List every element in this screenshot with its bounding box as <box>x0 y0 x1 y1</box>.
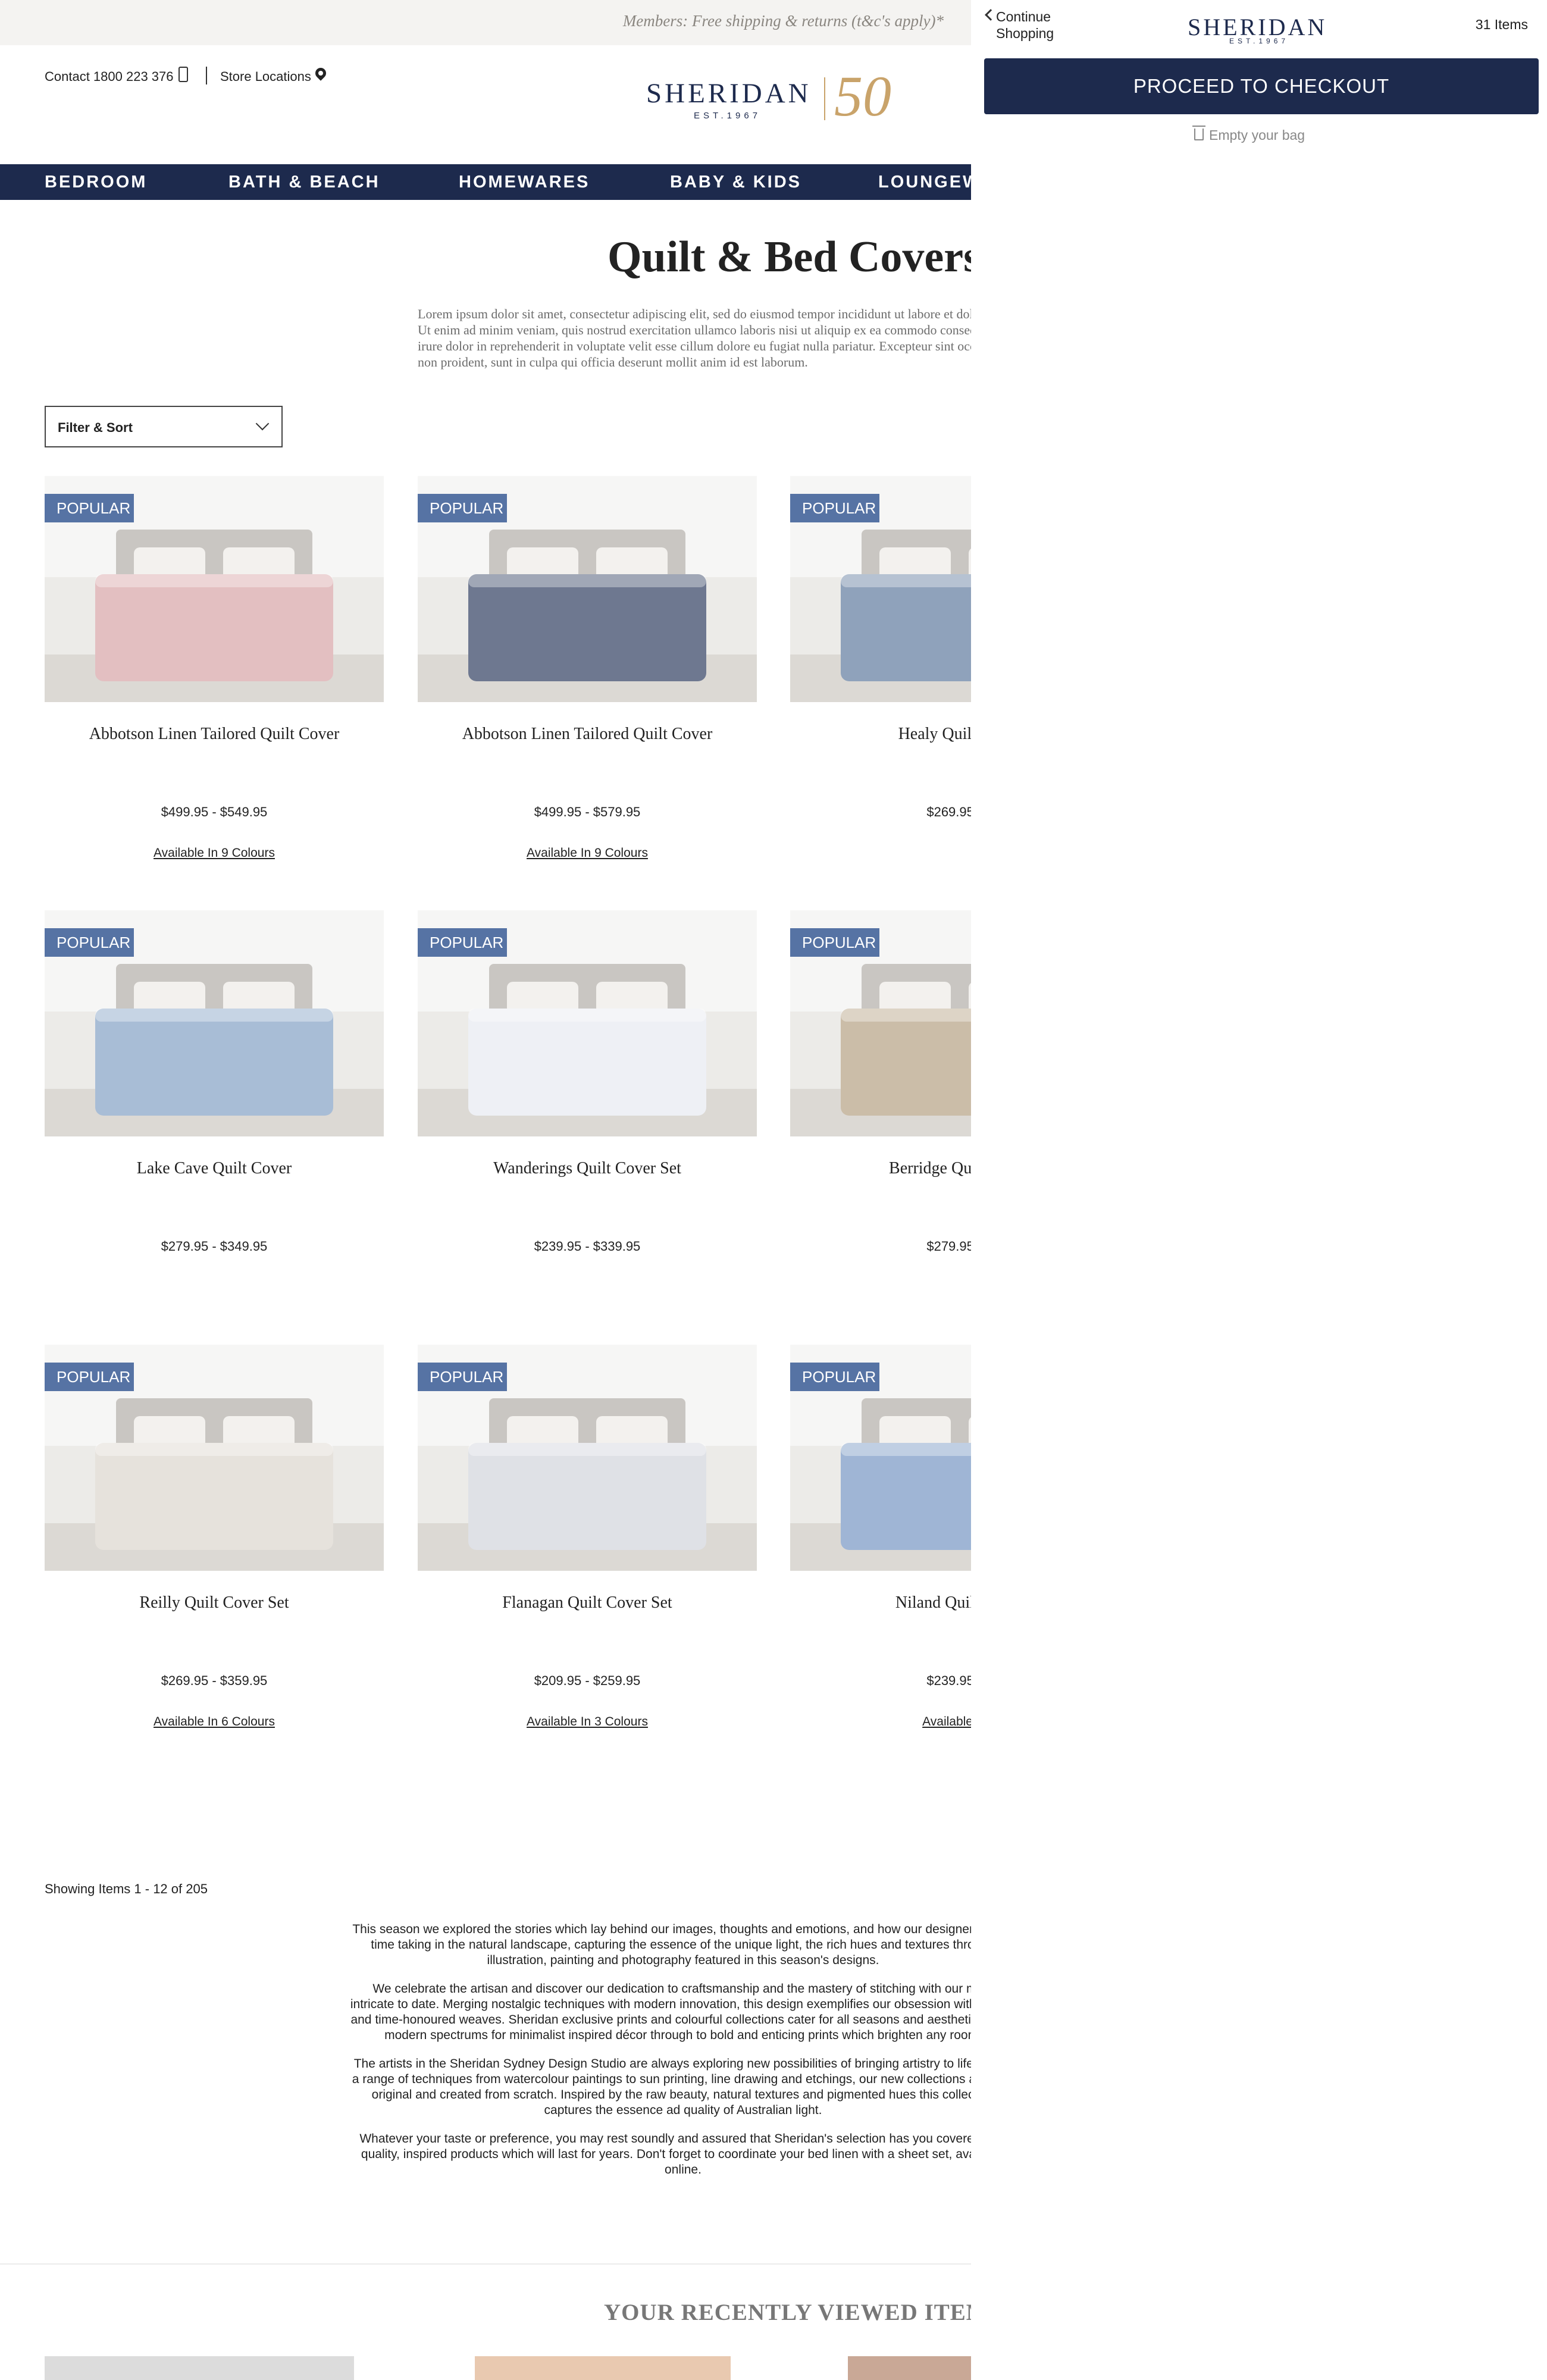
anniversary-mark: 50 <box>834 64 891 128</box>
product-price: $239.95 - $ <box>926 1673 971 1688</box>
available-colours-link[interactable]: Available In 9 Colours <box>418 846 757 860</box>
proceed-to-checkout-button[interactable]: PROCEED TO CHECKOUT <box>984 58 1539 114</box>
product-price: $269.95 - $359.95 <box>161 1673 268 1688</box>
phone-icon <box>178 67 188 82</box>
product-name[interactable]: Abbotson Linen Tailored Quilt Cover <box>45 725 384 744</box>
popular-badge: POPULAR <box>45 1363 134 1391</box>
contact-link[interactable]: Contact 1800 223 376 <box>45 69 174 84</box>
popular-badge: POPULAR <box>418 1363 507 1391</box>
product-image[interactable]: POPULAR <box>45 1345 384 1571</box>
product-card[interactable]: POPULAR Lake Cave Quilt Cover $279.95 - $3… <box>45 910 384 1327</box>
product-image[interactable]: POPULAR <box>418 476 757 702</box>
available-colours-link[interactable]: Available In 3 Colours <box>418 1715 757 1729</box>
section-divider <box>0 2263 971 2265</box>
cart-item-count: 31 Items <box>1475 17 1528 32</box>
product-image[interactable]: POPULAR <box>790 476 971 702</box>
logo-est: EST.1967 <box>694 111 762 121</box>
recent-item-image[interactable] <box>475 2356 731 2380</box>
available-colours-link[interactable]: Available In 6 Colours <box>45 1715 384 1729</box>
product-card[interactable]: POPULAR Abbotson Linen Tailored Quilt Cov… <box>45 476 384 892</box>
promo-text[interactable]: Members: Free shipping & returns (t&c's … <box>623 12 944 30</box>
recent-item-image[interactable] <box>848 2356 971 2380</box>
promo-banner[interactable]: Members: Free shipping & returns (t&c's … <box>0 0 971 45</box>
about-paragraph: The artists in the Sheridan Sydney Desig… <box>352 2057 971 2117</box>
product-image[interactable]: POPULAR <box>790 1345 971 1571</box>
popular-badge: POPULAR <box>45 928 134 957</box>
trash-icon[interactable] <box>1192 126 1205 140</box>
product-image[interactable]: POPULAR <box>418 1345 757 1571</box>
popular-badge: POPULAR <box>790 928 879 957</box>
product-card[interactable]: POPULAR Niland Quilt Cover $239.95 - $ Avai… <box>790 1345 971 1761</box>
recent-item-image[interactable] <box>45 2356 354 2380</box>
product-image[interactable]: POPULAR <box>45 910 384 1136</box>
product-card[interactable]: POPULAR Berridge Quilt Cover $279.95 - $ <box>790 910 971 1327</box>
location-pin-icon[interactable] <box>313 65 328 81</box>
product-name[interactable]: Abbotson Linen Tailored Quilt Cover <box>418 725 757 744</box>
popular-badge: POPULAR <box>418 928 507 957</box>
nav-item-bedroom[interactable]: BEDROOM <box>45 173 147 192</box>
product-price: $499.95 - $579.95 <box>534 804 641 819</box>
product-card[interactable]: POPULAR Flanagan Quilt Cover Set $209.95 -… <box>418 1345 757 1761</box>
cart-drawer: Continue Shopping SHERIDAN EST.1967 31 I… <box>971 0 1547 2380</box>
store-locations-link[interactable]: Store Locations <box>220 69 311 84</box>
nav-item-bath-beach[interactable]: BATH & BEACH <box>228 173 380 192</box>
product-name[interactable]: Wanderings Quilt Cover Set <box>418 1159 757 1178</box>
recently-viewed-title: YOUR RECENTLY VIEWED ITEMS <box>604 2300 971 2325</box>
product-card[interactable]: POPULAR Reilly Quilt Cover Set $269.95 - $… <box>45 1345 384 1761</box>
logo-divider <box>824 77 825 120</box>
product-card[interactable]: POPULAR Healy Quilt Cover $269.95 - $ <box>790 476 971 892</box>
filter-sort-label: Filter & Sort <box>58 420 133 435</box>
product-card[interactable]: POPULAR Wanderings Quilt Cover Set $239.95… <box>418 910 757 1327</box>
main-nav: BEDROOM BATH & BEACH HOMEWARES BABY & KI… <box>0 164 971 200</box>
product-image[interactable]: POPULAR <box>45 476 384 702</box>
continue-shopping-link[interactable]: Continue Shopping <box>996 8 1091 42</box>
product-name[interactable]: Niland Quilt Cover <box>790 1593 971 1612</box>
pagination-info: Showing Items 1 - 12 of 205 <box>45 1881 208 1896</box>
product-name[interactable]: Lake Cave Quilt Cover <box>45 1159 384 1178</box>
product-price: $209.95 - $259.95 <box>534 1673 641 1688</box>
category-about: This season we explored the stories whic… <box>350 1922 971 2191</box>
page-title: Quilt & Bed Covers <box>607 233 971 281</box>
product-name[interactable]: Healy Quilt Cover <box>790 725 971 744</box>
product-card[interactable]: POPULAR Abbotson Linen Tailored Quilt Cov… <box>418 476 757 892</box>
product-price: $279.95 - $349.95 <box>161 1239 268 1254</box>
available-colours-link[interactable]: Available In 9 Colours <box>45 846 384 860</box>
popular-badge: POPULAR <box>790 1363 879 1391</box>
popular-badge: POPULAR <box>45 494 134 522</box>
product-name[interactable]: Reilly Quilt Cover Set <box>45 1593 384 1612</box>
product-name[interactable]: Berridge Quilt Cover <box>790 1159 971 1178</box>
product-image[interactable]: POPULAR <box>790 910 971 1136</box>
about-paragraph: This season we explored the stories whic… <box>352 1922 971 1967</box>
product-price: $499.95 - $549.95 <box>161 804 268 819</box>
about-paragraph: Whatever your taste or preference, you m… <box>359 2132 971 2177</box>
product-price: $279.95 - $ <box>926 1239 971 1254</box>
chevron-down-icon <box>255 416 270 431</box>
site-logo[interactable]: SHERIDAN <box>646 77 812 109</box>
popular-badge: POPULAR <box>790 494 879 522</box>
product-price: $269.95 - $ <box>926 804 971 819</box>
product-image[interactable]: POPULAR <box>418 910 757 1136</box>
product-listing-page: Members: Free shipping & returns (t&c's … <box>0 0 971 2380</box>
header-divider <box>206 67 207 84</box>
empty-bag-link[interactable]: Empty your bag <box>1209 127 1305 143</box>
nav-item-homewares[interactable]: HOMEWARES <box>459 173 590 192</box>
available-colours-link[interactable]: Available In 2 <box>790 1715 971 1729</box>
drawer-logo-est: EST.1967 <box>1229 37 1289 45</box>
about-paragraph: We celebrate the artisan and discover ou… <box>350 1982 971 2042</box>
filter-sort-dropdown[interactable]: Filter & Sort <box>45 406 283 447</box>
chevron-left-icon[interactable] <box>985 9 997 21</box>
product-name[interactable]: Flanagan Quilt Cover Set <box>418 1593 757 1612</box>
popular-badge: POPULAR <box>418 494 507 522</box>
nav-item-baby-kids[interactable]: BABY & KIDS <box>670 173 801 192</box>
product-price: $239.95 - $339.95 <box>534 1239 641 1254</box>
nav-item-loungewear[interactable]: LOUNGEWEAR <box>878 173 971 192</box>
category-intro: Lorem ipsum dolor sit amet, consectetur … <box>418 306 971 369</box>
